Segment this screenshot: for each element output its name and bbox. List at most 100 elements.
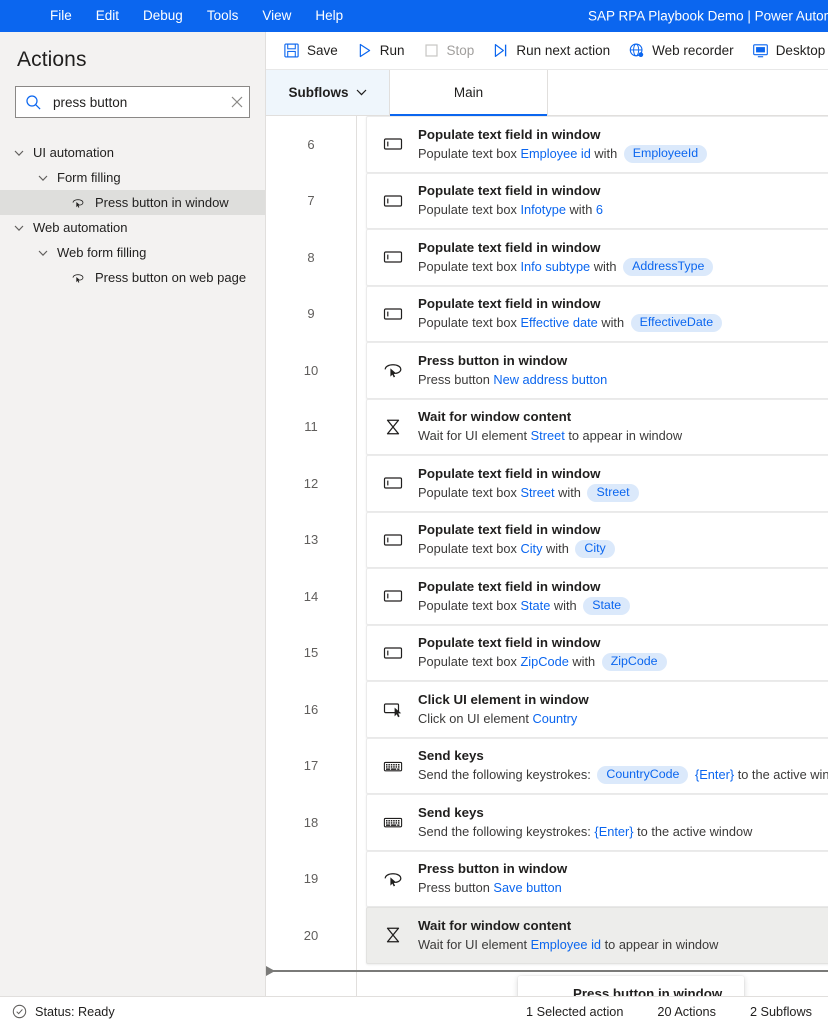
element-link[interactable]: Country	[533, 710, 578, 728]
action-row[interactable]: 8 Populate text field in window Populate t…	[266, 229, 828, 286]
menu-item-help[interactable]: Help	[303, 5, 355, 27]
action-card[interactable]: Populate text field in window Populate te…	[366, 511, 828, 568]
action-row[interactable]: 18 Send keys Send the following keystrokes…	[266, 794, 828, 851]
action-text: Press button in window Press button New a…	[418, 352, 607, 389]
action-card[interactable]: Press button in window Press button Save …	[366, 850, 828, 907]
variable-pill[interactable]: ZipCode	[601, 653, 667, 672]
action-description: Press button New address button	[418, 371, 607, 389]
element-link[interactable]: State	[520, 597, 550, 615]
desc-text: Click on UI element	[418, 710, 533, 726]
action-card[interactable]: Populate text field in window Populate te…	[366, 229, 828, 286]
action-row[interactable]: 17 Send keys Send the following keystrokes…	[266, 737, 828, 794]
tree-item-press-button-on-web-page[interactable]: Press button on web page	[0, 265, 265, 290]
search-box[interactable]	[15, 86, 250, 118]
run-button[interactable]: Run	[347, 37, 414, 65]
action-card[interactable]: Send keys Send the following keystrokes: …	[366, 794, 828, 851]
menu-item-tools[interactable]: Tools	[195, 5, 251, 27]
variable-pill[interactable]: State	[583, 596, 631, 615]
tree-item-form-filling[interactable]: Form filling	[0, 165, 265, 190]
action-card[interactable]: Press button in window Press button New a…	[366, 342, 828, 399]
tree-item-web-form-filling[interactable]: Web form filling	[0, 240, 265, 265]
variable-pill[interactable]: CountryCode	[597, 766, 689, 785]
tree-item-web-automation[interactable]: Web automation	[0, 215, 265, 240]
press-button-icon	[72, 273, 84, 283]
action-card[interactable]: Populate text field in window Populate te…	[366, 624, 828, 681]
action-card[interactable]: Send keys Send the following keystrokes: …	[366, 737, 828, 794]
action-row[interactable]: 11 Wait for window content Wait for UI ele…	[266, 398, 828, 455]
action-card[interactable]: Populate text field in window Populate te…	[366, 285, 828, 342]
tree-item-label: Web automation	[33, 220, 128, 235]
tree-item-ui-automation[interactable]: UI automation	[0, 140, 265, 165]
element-link[interactable]: City	[520, 540, 542, 558]
close-icon[interactable]	[230, 95, 244, 109]
element-link[interactable]: Effective date	[520, 314, 597, 332]
subflows-dropdown[interactable]: Subflows	[266, 70, 390, 115]
variable-pill[interactable]: EffectiveDate	[630, 314, 723, 333]
window-title: SAP RPA Playbook Demo | Power Automate D	[588, 8, 828, 24]
action-row[interactable]: 20 Wait for window content Wait for UI ele…	[266, 907, 828, 964]
drag-ghost-card[interactable]: Press button in windowPress button in wi…	[518, 975, 745, 996]
element-link[interactable]: Info subtype	[520, 258, 590, 276]
search-input[interactable]	[42, 94, 230, 110]
action-row[interactable]: 14 Populate text field in window Populate …	[266, 568, 828, 625]
element-link[interactable]: Street	[520, 484, 554, 502]
action-card[interactable]: Populate text field in window Populate te…	[366, 455, 828, 512]
menu-item-edit[interactable]: Edit	[84, 5, 131, 27]
action-card[interactable]: Wait for window content Wait for UI eleme…	[366, 398, 828, 455]
element-link[interactable]: Employee id	[531, 936, 601, 954]
action-row-number: 12	[303, 475, 319, 491]
desktop-recorder-button[interactable]: Desktop recorder	[743, 37, 828, 65]
action-card[interactable]: Wait for window content Wait for UI eleme…	[366, 907, 828, 964]
action-card[interactable]: Click UI element in window Click on UI el…	[366, 681, 828, 738]
run-next-action-button[interactable]: Run next action	[483, 37, 619, 65]
save-button[interactable]: Save	[274, 37, 347, 65]
element-link[interactable]: Save button	[493, 879, 561, 897]
tree-item-press-button-in-window[interactable]: Press button in window	[0, 190, 265, 215]
chevron-down-icon[interactable]	[37, 172, 49, 184]
menu-item-view[interactable]: View	[250, 5, 303, 27]
action-card[interactable]: Populate text field in window Populate te…	[366, 172, 828, 229]
menu-item-debug[interactable]: Debug	[131, 5, 195, 27]
action-row[interactable]: 19 Press button in window Press button Sav…	[266, 850, 828, 907]
action-description: Populate text box Info subtype with Addr…	[418, 257, 716, 276]
chevron-down-icon[interactable]	[37, 247, 49, 259]
action-title: Press button in window	[418, 352, 568, 368]
action-row[interactable]: 13 Populate text field in window Populate …	[266, 511, 828, 568]
action-row[interactable]: 6 Populate text field in window Populate t…	[266, 116, 828, 173]
variable-pill[interactable]: EmployeeId	[623, 144, 708, 163]
web-recorder-button[interactable]: Web recorder	[619, 37, 743, 65]
desc-text: with	[542, 541, 573, 557]
element-link[interactable]: ZipCode	[520, 653, 568, 671]
tab-main[interactable]: Main	[390, 70, 548, 116]
action-row-number: 7	[307, 193, 315, 209]
variable-pill[interactable]: City	[575, 540, 615, 559]
action-row[interactable]: 12 Populate text field in window Populate …	[266, 455, 828, 512]
action-text: Send keys Send the following keystrokes: …	[418, 747, 828, 785]
variable-pill[interactable]: AddressType	[623, 257, 714, 276]
action-text: Click UI element in window Click on UI el…	[418, 691, 589, 728]
action-description: Wait for UI element Street to appear in …	[418, 427, 682, 445]
variable-pill[interactable]: Street	[587, 483, 639, 502]
action-card[interactable]: Populate text field in window Populate te…	[366, 116, 828, 173]
action-row[interactable]: 9 Populate text field in window Populate t…	[266, 285, 828, 342]
stop-icon	[424, 44, 438, 57]
action-card[interactable]: Populate text field in window Populate te…	[366, 568, 828, 625]
action-row[interactable]: 15 Populate text field in window Populate …	[266, 624, 828, 681]
element-link[interactable]: Street	[531, 427, 565, 445]
action-row-number: 15	[303, 645, 319, 661]
chevron-down-icon[interactable]	[13, 222, 25, 234]
menu-item-file[interactable]: File	[38, 5, 84, 27]
element-link[interactable]: {Enter}	[695, 766, 734, 784]
element-link[interactable]: Employee id	[520, 145, 590, 163]
chevron-down-icon[interactable]	[13, 147, 25, 159]
action-row[interactable]: 7 Populate text field in window Populate t…	[266, 172, 828, 229]
press-button-icon	[384, 364, 402, 378]
textbox-icon	[383, 647, 403, 659]
action-row[interactable]: 16 Click UI element in window Click on UI …	[266, 681, 828, 738]
element-link[interactable]: Infotype	[520, 201, 566, 219]
element-link[interactable]: 6	[596, 201, 603, 219]
element-link[interactable]: {Enter}	[594, 823, 633, 841]
action-description: Wait for UI element Employee id to appea…	[418, 936, 718, 954]
element-link[interactable]: New address button	[493, 371, 607, 389]
action-row[interactable]: 10 Press button in window Press button New…	[266, 342, 828, 399]
